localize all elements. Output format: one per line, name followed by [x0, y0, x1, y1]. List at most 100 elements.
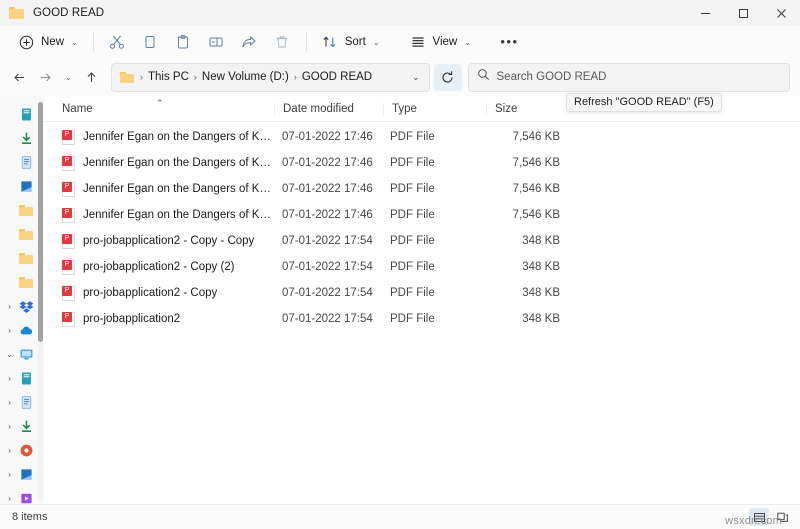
- file-date-cell: 07-01-2022 17:54: [282, 261, 373, 273]
- file-size-cell: 348 KB: [522, 261, 560, 273]
- refresh-button[interactable]: [433, 63, 462, 91]
- chevron-down-icon: ⌄: [71, 37, 78, 47]
- file-name-cell: P pro-jobapplication2 - Copy: [56, 285, 274, 301]
- minimize-button[interactable]: [686, 0, 724, 26]
- folder-icon: [18, 226, 35, 243]
- file-name-cell: P Jennifer Egan on the Dangers of Knowin…: [56, 181, 274, 197]
- expander-icon[interactable]: ⌄: [4, 350, 15, 359]
- expander-icon[interactable]: ›: [4, 374, 15, 383]
- pdf-file-icon: P: [62, 233, 75, 249]
- window-controls: [686, 0, 800, 26]
- desktop-icon: [18, 370, 35, 387]
- sort-button-label: Sort: [344, 36, 366, 48]
- table-row[interactable]: P Jennifer Egan on the Dangers of Knowin…: [44, 176, 800, 202]
- file-type-cell: PDF File: [390, 235, 435, 247]
- share-icon: [241, 34, 258, 51]
- pictures-icon: [18, 178, 35, 195]
- toolbar-divider: [92, 33, 94, 51]
- ellipsis-icon: •••: [500, 34, 519, 49]
- new-button[interactable]: New ⌄: [10, 29, 86, 55]
- search-icon: [477, 68, 490, 86]
- rename-button[interactable]: [200, 29, 233, 55]
- new-button-label: New: [41, 36, 65, 48]
- folder-icon: [9, 6, 25, 20]
- rename-icon: [208, 34, 225, 51]
- breadcrumb-dropdown-icon[interactable]: ⌄: [407, 72, 425, 83]
- chevron-down-icon: ⌄: [372, 37, 380, 47]
- pdf-file-icon: P: [62, 259, 75, 275]
- plus-circle-icon: [18, 34, 35, 51]
- file-date-cell: 07-01-2022 17:54: [282, 287, 373, 299]
- file-type-cell: PDF File: [390, 287, 435, 299]
- column-header-date-modified[interactable]: Date modified: [274, 102, 383, 115]
- column-header-name[interactable]: Name ⌃: [56, 98, 274, 115]
- pictures-icon: [18, 466, 35, 483]
- breadcrumb-item-this-pc[interactable]: This PC: [145, 71, 192, 83]
- file-type-cell: PDF File: [390, 131, 435, 143]
- table-row[interactable]: P Jennifer Egan on the Dangers of Knowin…: [44, 202, 800, 228]
- view-button[interactable]: View ⌄: [402, 29, 479, 55]
- recent-locations-button[interactable]: ⌄: [58, 64, 78, 90]
- table-row[interactable]: P pro-jobapplication2 - Copy 07-01-2022 …: [44, 280, 800, 306]
- table-row[interactable]: P pro-jobapplication2 07-01-2022 17:54 P…: [44, 306, 800, 332]
- file-size-cell: 348 KB: [522, 313, 560, 325]
- music-icon: [18, 442, 35, 459]
- file-name-cell: P Jennifer Egan on the Dangers of Knowin…: [56, 207, 274, 223]
- expander-icon[interactable]: ›: [4, 470, 15, 479]
- view-lines-icon: [410, 34, 427, 51]
- delete-button[interactable]: [266, 29, 299, 55]
- expander-icon[interactable]: ›: [4, 302, 15, 311]
- this-pc-icon: [18, 346, 35, 363]
- details-view-button[interactable]: [749, 508, 769, 526]
- breadcrumb-item-good-read[interactable]: GOOD READ: [299, 71, 375, 83]
- file-date-cell: 07-01-2022 17:46: [282, 157, 373, 169]
- sort-button[interactable]: Sort ⌄: [314, 29, 388, 55]
- file-rows: P Jennifer Egan on the Dangers of Knowin…: [44, 122, 800, 332]
- file-type-cell: PDF File: [390, 157, 435, 169]
- maximize-button[interactable]: [724, 0, 762, 26]
- column-header-type[interactable]: Type: [383, 102, 486, 115]
- sort-arrows-icon: [322, 34, 339, 51]
- share-button[interactable]: [233, 29, 266, 55]
- pdf-file-icon: P: [62, 311, 75, 327]
- breadcrumb-separator: ›: [140, 72, 143, 82]
- pdf-file-icon: P: [62, 155, 75, 171]
- file-name-cell: P Jennifer Egan on the Dangers of Knowin…: [56, 129, 274, 145]
- folder-icon: [18, 274, 35, 291]
- paste-button[interactable]: [167, 29, 200, 55]
- documents-icon: [18, 154, 35, 171]
- dropbox-icon: [18, 298, 35, 315]
- file-explorer-window: GOOD READ New ⌄ Sort ⌄ View ⌄ ••• ⌄ › Th…: [0, 0, 800, 529]
- pdf-file-icon: P: [62, 129, 75, 145]
- forward-button[interactable]: [32, 64, 58, 90]
- expander-icon[interactable]: ›: [4, 326, 15, 335]
- breadcrumb[interactable]: › This PC › New Volume (D:) › GOOD READ …: [111, 62, 430, 92]
- file-name-cell: P Jennifer Egan on the Dangers of Knowin…: [56, 155, 274, 171]
- table-row[interactable]: P Jennifer Egan on the Dangers of Knowin…: [44, 150, 800, 176]
- address-bar: ⌄ › This PC › New Volume (D:) › GOOD REA…: [0, 58, 800, 96]
- copy-button[interactable]: [134, 29, 167, 55]
- status-bar: 8 items wsxdn.com: [0, 504, 800, 529]
- folder-icon: [120, 71, 135, 84]
- expander-icon[interactable]: ›: [4, 446, 15, 455]
- table-row[interactable]: P pro-jobapplication2 - Copy - Copy 07-0…: [44, 228, 800, 254]
- large-icons-view-button[interactable]: [772, 508, 792, 526]
- cut-button[interactable]: [101, 29, 134, 55]
- file-type-cell: PDF File: [390, 313, 435, 325]
- close-button[interactable]: [762, 0, 800, 26]
- table-row[interactable]: P Jennifer Egan on the Dangers of Knowin…: [44, 124, 800, 150]
- search-box[interactable]: Search GOOD READ: [467, 62, 790, 92]
- more-options-button[interactable]: •••: [493, 29, 526, 55]
- breadcrumb-item-new-volume[interactable]: New Volume (D:): [199, 71, 292, 83]
- expander-icon[interactable]: ›: [4, 494, 15, 503]
- sidebar-scrollbar-thumb[interactable]: [38, 102, 43, 342]
- table-row[interactable]: P pro-jobapplication2 - Copy (2) 07-01-2…: [44, 254, 800, 280]
- item-count-label: 8 items: [12, 511, 48, 523]
- scissors-icon: [109, 34, 126, 51]
- file-name-cell: P pro-jobapplication2: [56, 311, 274, 327]
- back-button[interactable]: [6, 64, 32, 90]
- expander-icon[interactable]: ›: [4, 422, 15, 431]
- expander-icon[interactable]: ›: [4, 398, 15, 407]
- search-input[interactable]: Search GOOD READ: [497, 71, 607, 83]
- up-button[interactable]: [78, 64, 104, 90]
